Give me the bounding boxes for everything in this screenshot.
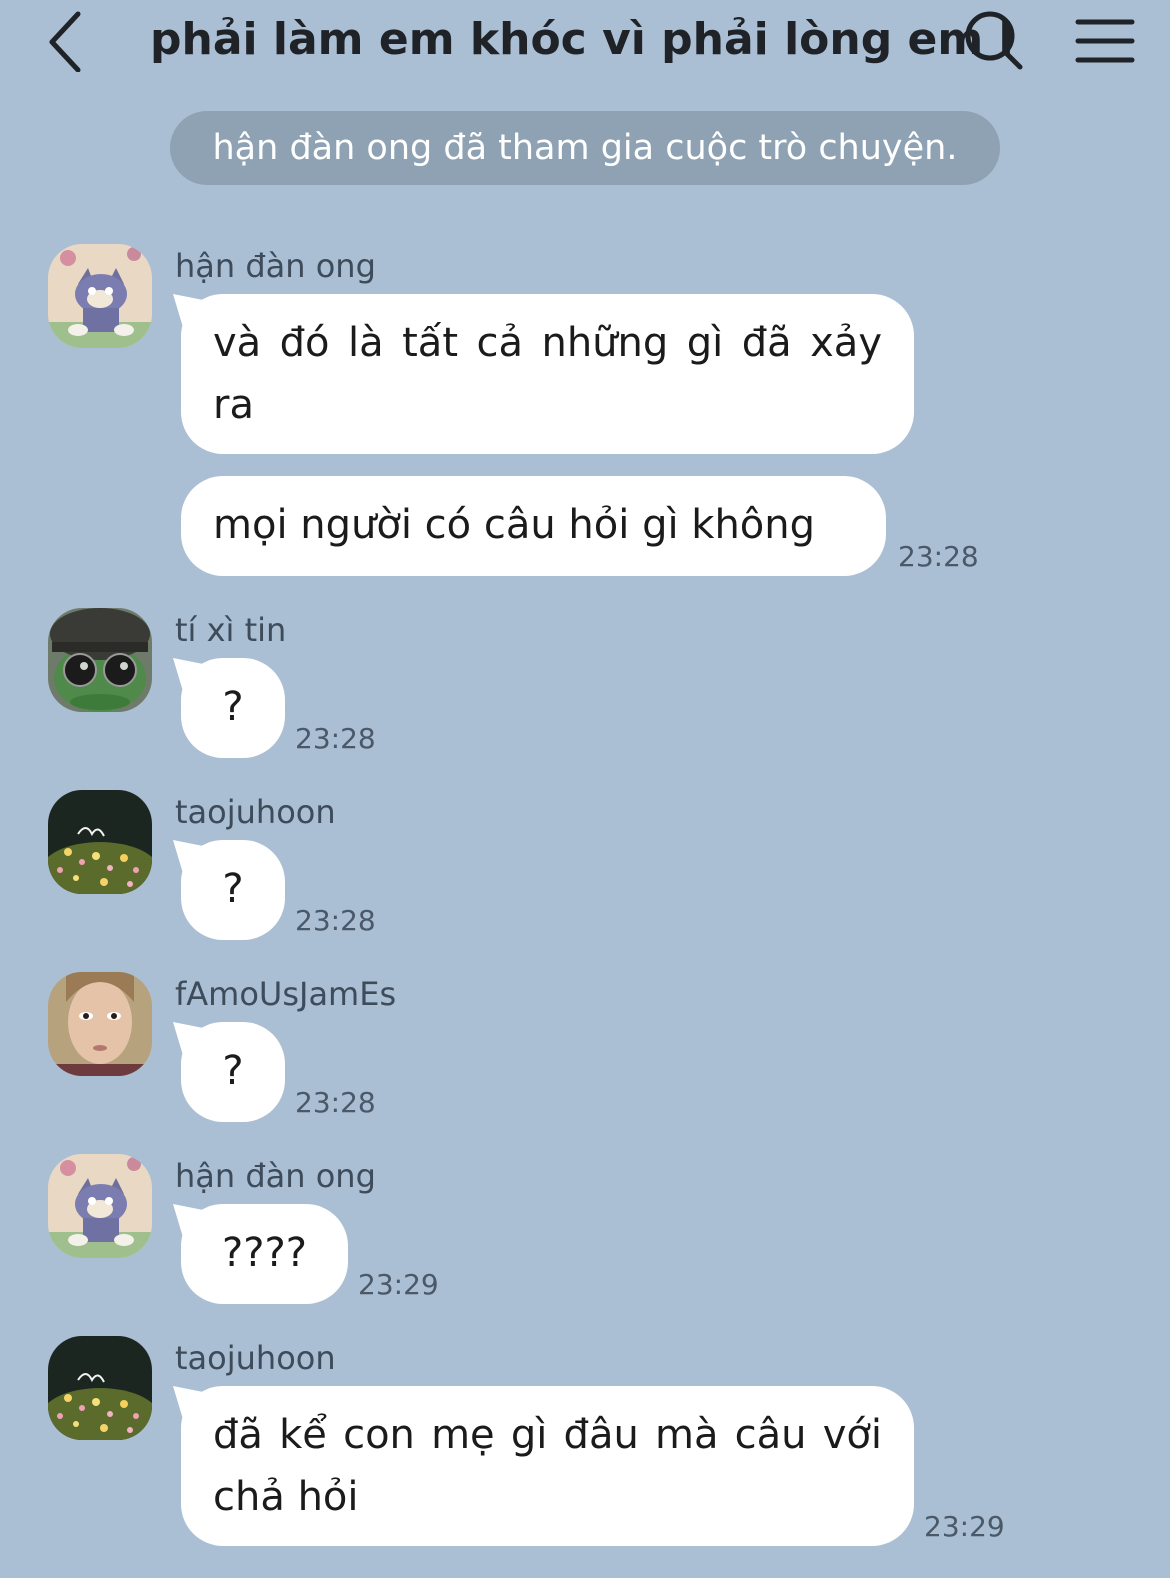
message-bubble[interactable]: ???? <box>181 1204 348 1304</box>
message-bubble[interactable]: mọi người có câu hỏi gì không <box>181 476 886 576</box>
sender-name: hận đàn ong <box>175 247 376 285</box>
face-photo-avatar <box>48 972 152 1076</box>
message-time: 23:28 <box>898 540 979 573</box>
flowers-night-avatar <box>48 1336 152 1440</box>
message-text: mọi người có câu hỏi gì không <box>213 502 816 548</box>
chat-header: phải làm em khóc vì phải lòng em khác <box>0 0 1170 90</box>
message-bubble[interactable]: và đó là tất cả những gì đã xảy ra <box>181 294 914 454</box>
sender-name: fAmoUsJamEs <box>175 975 397 1013</box>
message-text: đã kể con mẹ gì đâu mà câu với chả hỏi <box>213 1412 882 1520</box>
message-time: 23:28 <box>295 1086 376 1119</box>
message-time: 23:28 <box>295 722 376 755</box>
sender-avatar[interactable] <box>48 1336 152 1440</box>
chat-screen: phải làm em khóc vì phải lòng em khác hậ… <box>0 0 1170 1578</box>
menu-icon <box>1075 19 1135 63</box>
chat-title: phải làm em khóc vì phải lòng em khác <box>150 14 1010 65</box>
message-text: và đó là tất cả những gì đã xảy ra <box>213 320 882 428</box>
frog-hat-sunglasses-avatar <box>48 608 152 712</box>
message-time: 23:29 <box>924 1510 1005 1543</box>
cartoon-cat-avatar <box>48 244 152 348</box>
sender-avatar[interactable] <box>48 1154 152 1258</box>
message-bubble[interactable]: ? <box>181 1022 285 1122</box>
message-text: ? <box>222 684 244 730</box>
chevron-left-icon <box>49 11 81 73</box>
cartoon-cat-avatar <box>48 1154 152 1258</box>
sender-name: taojuhoon <box>175 793 336 831</box>
menu-button[interactable] <box>1074 12 1136 72</box>
message-time: 23:29 <box>358 1268 439 1301</box>
message-text: ???? <box>222 1230 307 1276</box>
search-icon <box>965 11 1023 70</box>
sender-avatar[interactable] <box>48 244 152 348</box>
sender-name: taojuhoon <box>175 1339 336 1377</box>
sender-name: tí xì tin <box>175 611 287 649</box>
sender-name: hận đàn ong <box>175 1157 376 1195</box>
message-bubble[interactable]: ? <box>181 658 285 758</box>
sender-avatar[interactable] <box>48 790 152 894</box>
message-time: 23:28 <box>295 904 376 937</box>
message-text: ? <box>222 1048 244 1094</box>
message-text: ? <box>222 866 244 912</box>
search-button[interactable] <box>960 6 1030 76</box>
sender-avatar[interactable] <box>48 972 152 1076</box>
system-notice: hận đàn ong đã tham gia cuộc trò chuyện. <box>170 111 1000 185</box>
message-bubble[interactable]: ? <box>181 840 285 940</box>
back-button[interactable] <box>34 8 98 73</box>
message-bubble[interactable]: đã kể con mẹ gì đâu mà câu với chả hỏi <box>181 1386 914 1546</box>
sender-avatar[interactable] <box>48 608 152 712</box>
flowers-night-avatar <box>48 790 152 894</box>
